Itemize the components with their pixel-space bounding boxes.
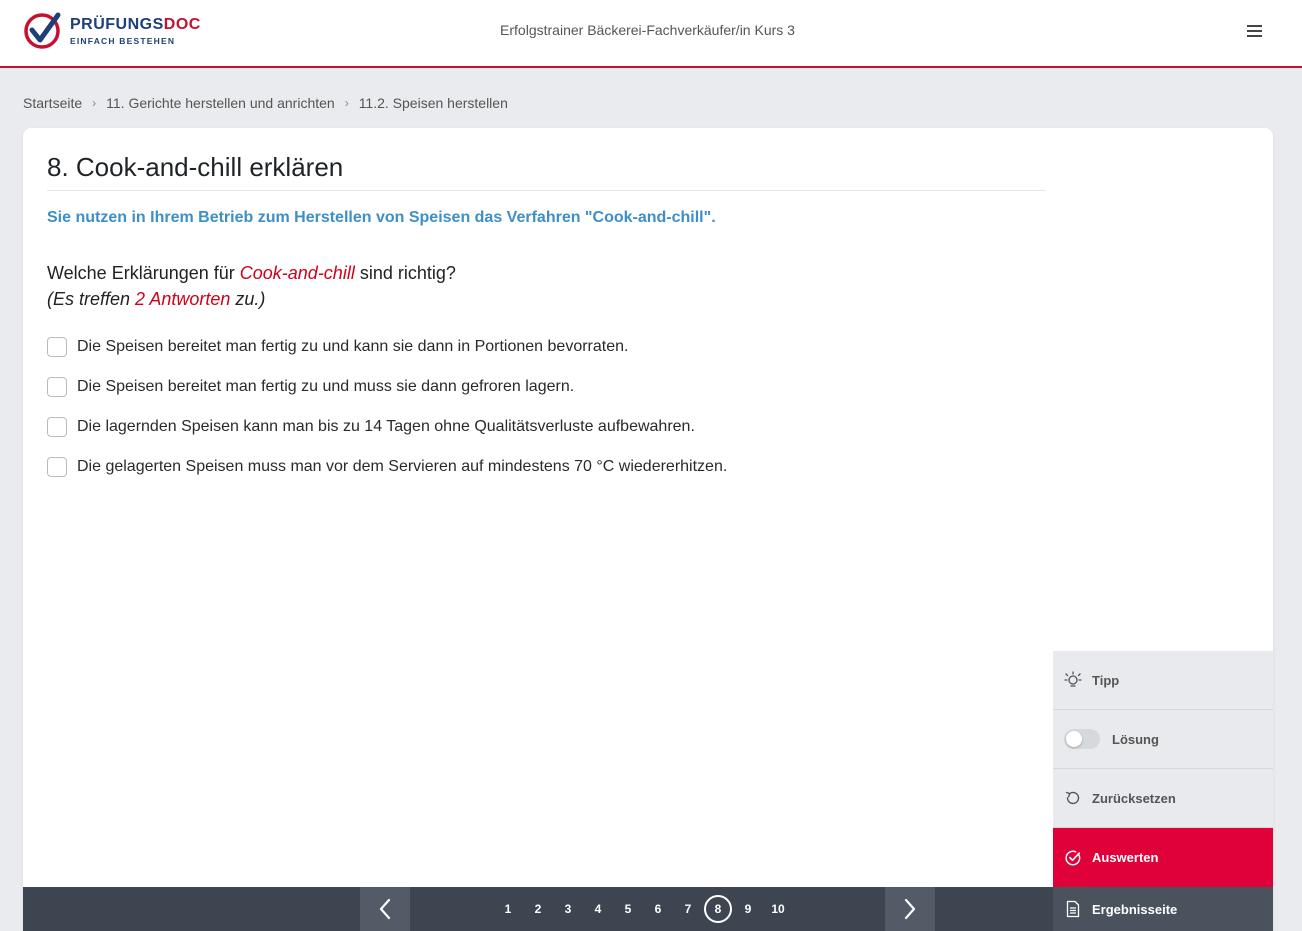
answer-label[interactable]: Die gelagerten Speisen muss man vor dem … bbox=[77, 458, 727, 476]
page-number-1[interactable]: 1 bbox=[493, 902, 523, 916]
next-exercise-button[interactable] bbox=[885, 887, 935, 931]
chevron-right-icon: › bbox=[92, 96, 97, 110]
action-panel: Tipp Lösung Zurücksetzen Auswerten Ergeb… bbox=[1053, 651, 1273, 931]
page-number-3[interactable]: 3 bbox=[553, 902, 583, 916]
reset-button[interactable]: Zurücksetzen bbox=[1053, 769, 1273, 828]
breadcrumb-chapter[interactable]: 11. Gerichte herstellen und anrichten bbox=[106, 95, 335, 111]
evaluate-button[interactable]: Auswerten bbox=[1053, 828, 1273, 887]
hamburger-menu-icon[interactable] bbox=[1247, 22, 1267, 42]
breadcrumb-section[interactable]: 11.2. Speisen herstellen bbox=[359, 95, 508, 111]
question-text: Welche Erklärungen für Cook-and-chill si… bbox=[47, 263, 456, 283]
lightbulb-icon bbox=[1064, 671, 1082, 689]
page-number-current[interactable]: 8 bbox=[703, 895, 733, 923]
results-label: Ergebnisseite bbox=[1092, 901, 1178, 917]
page-number-5[interactable]: 5 bbox=[613, 902, 643, 916]
answer-option[interactable]: Die gelagerten Speisen muss man vor dem … bbox=[47, 444, 727, 490]
chevron-right-icon: › bbox=[344, 96, 349, 110]
page-number-10[interactable]: 10 bbox=[763, 902, 793, 916]
page-number-4[interactable]: 4 bbox=[583, 902, 613, 916]
page-number-7[interactable]: 7 bbox=[673, 902, 703, 916]
answer-checkbox[interactable] bbox=[47, 417, 67, 437]
app-header: PRÜFUNGSDOC EINFACH BESTEHEN Erfolgstrai… bbox=[0, 0, 1302, 68]
reset-label: Zurücksetzen bbox=[1092, 790, 1176, 806]
exercise-title: 8. Cook-and-chill erklären bbox=[47, 152, 344, 182]
answer-checkbox[interactable] bbox=[47, 337, 67, 357]
answer-label[interactable]: Die Speisen bereitet man fertig zu und m… bbox=[77, 378, 574, 396]
answer-label[interactable]: Die lagernden Speisen kann man bis zu 14… bbox=[77, 418, 695, 436]
breadcrumb: Startseite › 11. Gerichte herstellen und… bbox=[23, 95, 508, 111]
page-number-6[interactable]: 6 bbox=[643, 902, 673, 916]
logo-tagline: EINFACH BESTEHEN bbox=[70, 35, 176, 46]
document-icon bbox=[1064, 900, 1082, 918]
answer-count-hint: (Es treffen 2 Antworten zu.) bbox=[47, 289, 266, 309]
reset-icon bbox=[1064, 789, 1082, 807]
breadcrumb-home[interactable]: Startseite bbox=[23, 95, 82, 111]
previous-exercise-button[interactable] bbox=[360, 887, 410, 931]
evaluate-label: Auswerten bbox=[1092, 850, 1159, 865]
chevron-right-icon bbox=[904, 898, 916, 920]
results-page-button[interactable]: Ergebnisseite bbox=[1053, 887, 1273, 931]
tip-button[interactable]: Tipp bbox=[1053, 651, 1273, 710]
answer-checkbox[interactable] bbox=[47, 377, 67, 397]
solution-toggle[interactable] bbox=[1064, 729, 1100, 749]
page-numbers: 1 2 3 4 5 6 7 8 9 10 bbox=[493, 887, 793, 931]
check-circle-icon bbox=[1064, 849, 1082, 867]
answer-label[interactable]: Die Speisen bereitet man fertig zu und k… bbox=[77, 338, 628, 356]
answer-list: Die Speisen bereitet man fertig zu und k… bbox=[47, 324, 727, 490]
tip-label: Tipp bbox=[1092, 672, 1120, 688]
scenario-text: Sie nutzen in Ihrem Betrieb zum Herstell… bbox=[47, 209, 716, 226]
solution-toggle-row[interactable]: Lösung bbox=[1053, 710, 1273, 769]
title-divider bbox=[47, 190, 1045, 191]
chevron-left-icon bbox=[379, 898, 391, 920]
page-number-9[interactable]: 9 bbox=[733, 902, 763, 916]
course-title: Erfolgstrainer Bäckerei-Fachverkäufer/in… bbox=[500, 22, 795, 38]
answer-checkbox[interactable] bbox=[47, 457, 67, 477]
solution-label: Lösung bbox=[1112, 731, 1159, 747]
page-number-2[interactable]: 2 bbox=[523, 902, 553, 916]
